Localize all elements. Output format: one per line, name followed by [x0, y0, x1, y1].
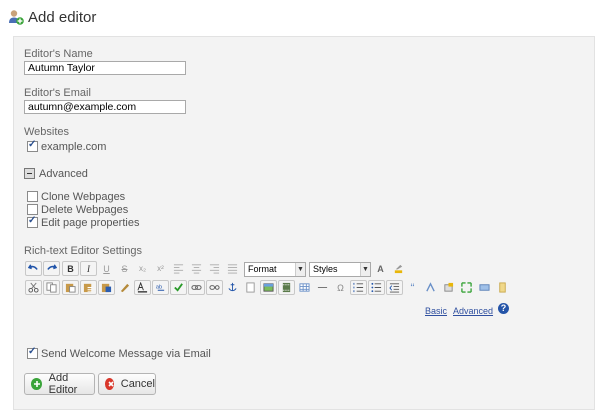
- delete-webpages-label: Delete Webpages: [41, 204, 129, 216]
- superscript-icon[interactable]: x²: [152, 261, 169, 276]
- editor-email-label: Editor's Email: [24, 87, 91, 99]
- website-checkbox[interactable]: [27, 139, 38, 152]
- paste-text-icon[interactable]: [80, 280, 97, 295]
- svg-text:ab: ab: [156, 284, 162, 290]
- chevron-down-icon: ▼: [360, 263, 370, 276]
- rte-settings-label: Rich-text Editor Settings: [24, 245, 142, 257]
- add-icon: [31, 378, 42, 390]
- underline-icon[interactable]: U: [98, 261, 115, 276]
- delete-webpages-checkbox[interactable]: [27, 204, 38, 215]
- media-icon[interactable]: [278, 280, 295, 295]
- outdent-icon[interactable]: [386, 280, 403, 295]
- help-icon[interactable]: ?: [498, 303, 509, 314]
- redo-icon[interactable]: [43, 261, 60, 276]
- align-right-icon[interactable]: [206, 261, 223, 276]
- clone-webpages-checkbox[interactable]: [27, 191, 38, 202]
- template-icon[interactable]: [440, 280, 457, 295]
- anchor-icon[interactable]: [224, 280, 241, 295]
- horizontal-rule-icon[interactable]: [314, 280, 331, 295]
- text-color-icon[interactable]: A: [372, 261, 389, 276]
- special-char-icon[interactable]: Ω: [332, 280, 349, 295]
- format-select[interactable]: Format ▼: [244, 262, 306, 277]
- basic-toolbar-link[interactable]: Basic: [425, 306, 447, 316]
- show-blocks-icon[interactable]: [476, 280, 493, 295]
- styles-select-value: Styles: [313, 264, 338, 274]
- align-left-icon[interactable]: [170, 261, 187, 276]
- bulleted-list-icon[interactable]: [368, 280, 385, 295]
- collapse-icon[interactable]: [24, 168, 35, 179]
- source-icon[interactable]: [494, 280, 511, 295]
- cancel-button[interactable]: Cancel: [98, 373, 156, 395]
- add-editor-button-label: Add Editor: [48, 372, 78, 396]
- numbered-list-icon[interactable]: [350, 280, 367, 295]
- editor-name-input[interactable]: Autumn Taylor: [24, 61, 186, 75]
- unlink-icon[interactable]: [206, 280, 223, 295]
- table-icon[interactable]: [296, 280, 313, 295]
- check-icon[interactable]: [170, 280, 187, 295]
- advanced-toolbar-link[interactable]: Advanced: [453, 306, 493, 316]
- paste-icon[interactable]: [62, 280, 79, 295]
- send-welcome-checkbox[interactable]: [27, 346, 38, 359]
- align-justify-icon[interactable]: [224, 261, 241, 276]
- edit-page-properties-label: Edit page properties: [41, 217, 140, 229]
- align-center-icon[interactable]: [188, 261, 205, 276]
- page-header: Add editor: [0, 0, 600, 34]
- format-select-value: Format: [248, 264, 277, 274]
- advanced-toggle[interactable]: Advanced: [39, 168, 88, 180]
- chevron-down-icon: ▼: [295, 263, 305, 276]
- style-icon[interactable]: [422, 280, 439, 295]
- website-checkbox-label: example.com: [41, 141, 107, 153]
- spellcheck-icon[interactable]: [134, 280, 151, 295]
- strikethrough-icon[interactable]: S: [116, 261, 133, 276]
- send-welcome-label: Send Welcome Message via Email: [41, 348, 211, 360]
- paste-word-icon[interactable]: [98, 280, 115, 295]
- background-color-icon[interactable]: [390, 261, 407, 276]
- add-user-icon: [8, 9, 24, 25]
- editor-email-input[interactable]: autumn@example.com: [24, 100, 186, 114]
- cancel-button-label: Cancel: [120, 378, 155, 390]
- maximize-icon[interactable]: [458, 280, 475, 295]
- clean-icon[interactable]: [116, 280, 133, 295]
- clone-webpages-label: Clone Webpages: [41, 191, 126, 203]
- page-title: Add editor: [28, 9, 97, 26]
- styles-select[interactable]: Styles ▼: [309, 262, 371, 277]
- page-icon[interactable]: [242, 280, 259, 295]
- websites-label: Websites: [24, 126, 70, 138]
- copy-icon[interactable]: [43, 280, 60, 295]
- blockquote-icon[interactable]: “: [404, 280, 421, 295]
- cut-icon[interactable]: [25, 280, 42, 295]
- replace-icon[interactable]: ab: [152, 280, 169, 295]
- link-icon[interactable]: [188, 280, 205, 295]
- bold-icon[interactable]: B: [62, 261, 79, 276]
- undo-icon[interactable]: [25, 261, 42, 276]
- subscript-icon[interactable]: x₂: [134, 261, 151, 276]
- add-editor-button[interactable]: Add Editor: [24, 372, 95, 396]
- editor-name-label: Editor's Name: [24, 48, 93, 60]
- edit-page-properties-checkbox[interactable]: [27, 215, 38, 228]
- italic-icon[interactable]: I: [80, 261, 97, 276]
- image-icon[interactable]: [260, 280, 277, 295]
- cancel-icon: [105, 378, 114, 390]
